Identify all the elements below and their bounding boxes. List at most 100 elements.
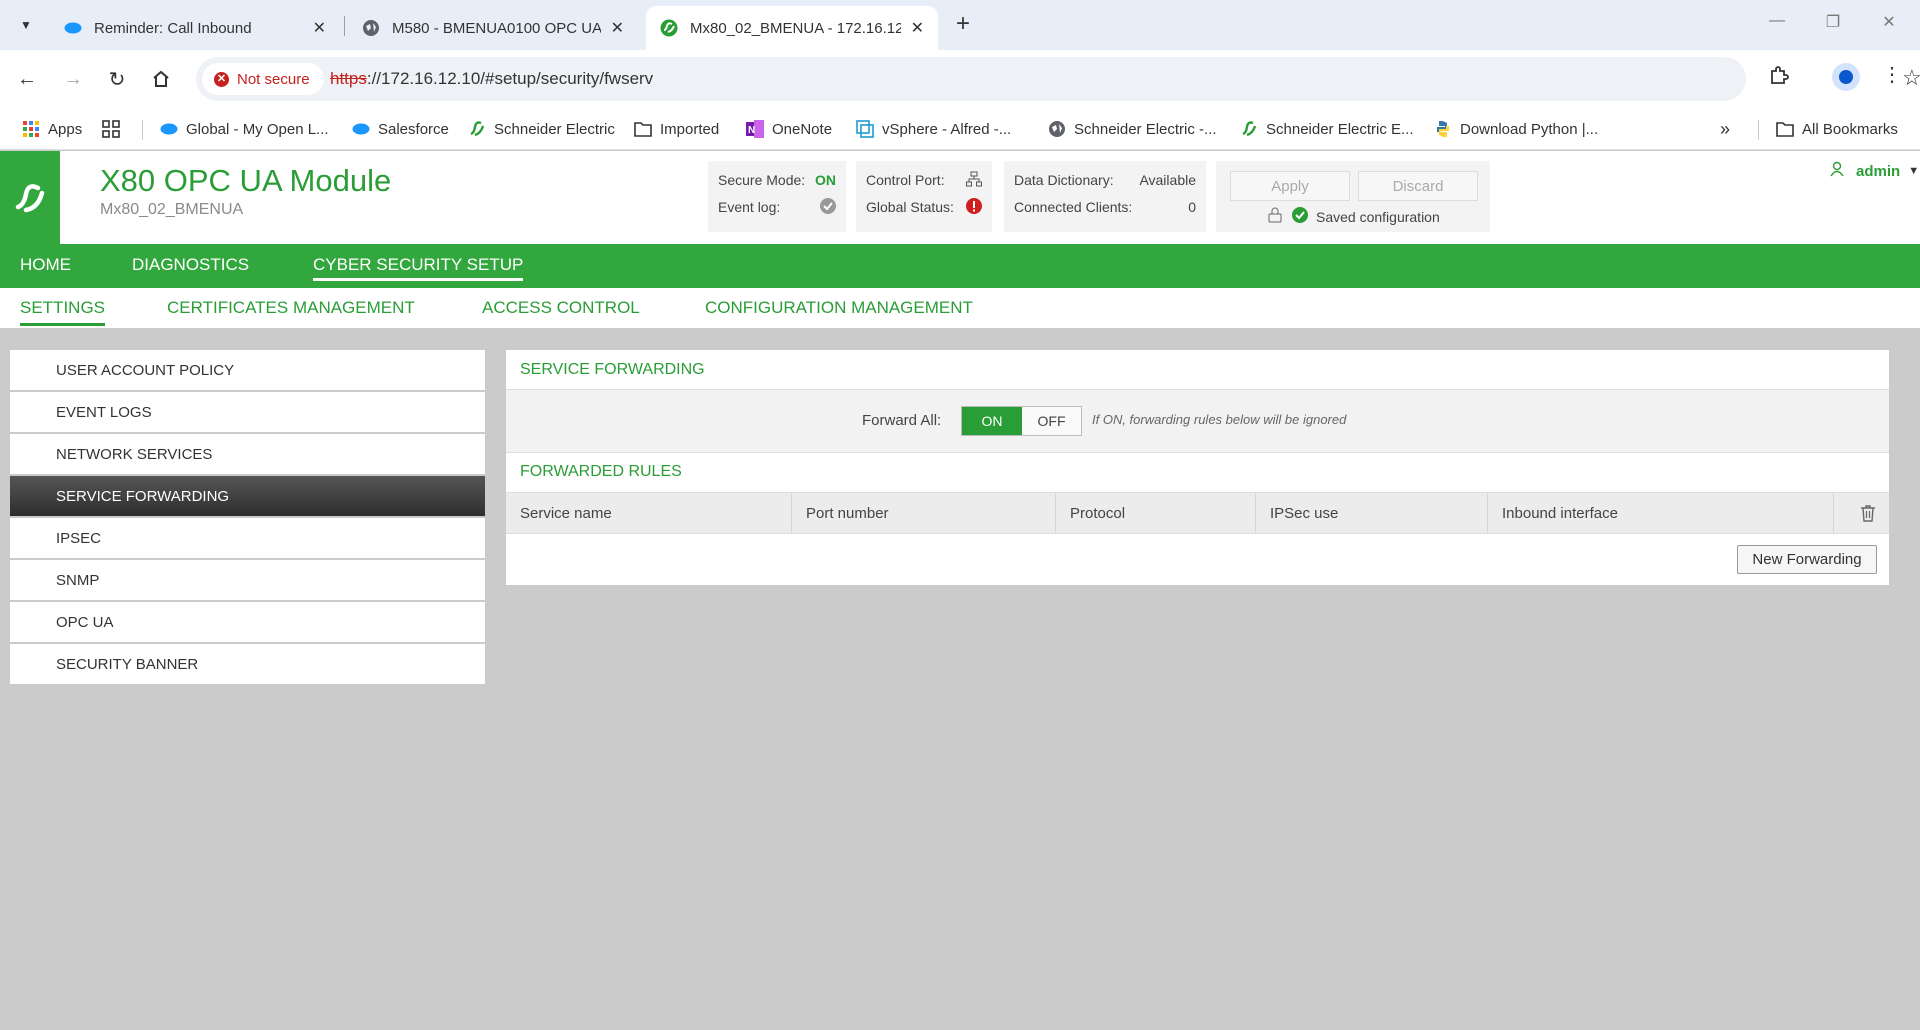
bookmark-label: Schneider Electric <box>494 120 615 138</box>
not-secure-label: Not secure <box>237 70 310 88</box>
url-path: ://172.16.12.10/#setup/security/fwserv <box>366 69 654 88</box>
bookmark-item[interactable]: Schneider Electric -... <box>1048 117 1217 141</box>
close-tab-icon[interactable]: ✕ <box>611 18 624 38</box>
data-dictionary-label: Data Dictionary: <box>1014 172 1114 188</box>
new-tab-plus-icon[interactable]: + <box>948 10 978 38</box>
back-arrow-icon[interactable]: ← <box>12 64 42 94</box>
salesforce-cloud-icon <box>352 120 370 138</box>
reload-icon[interactable]: ↻ <box>102 64 132 94</box>
browser-menu-icon[interactable]: ⋮ <box>1882 62 1902 87</box>
minimize-icon[interactable]: — <box>1762 12 1792 30</box>
settings-sidebar: USER ACCOUNT POLICY EVENT LOGS NETWORK S… <box>10 350 485 686</box>
column-header[interactable]: IPSec use <box>1256 493 1488 533</box>
url-text[interactable]: https://172.16.12.10/#setup/security/fws… <box>330 69 653 89</box>
bookmark-star-icon[interactable]: ☆ <box>1902 65 1920 91</box>
onenote-icon: N <box>746 120 764 138</box>
secure-mode-box: Secure Mode: ON Event log: <box>708 161 846 232</box>
schneider-logo-icon <box>0 151 60 244</box>
forward-all-row: Forward All: ON OFF If ON, forwarding ru… <box>506 389 1889 453</box>
sidebar-item-ipsec[interactable]: IPSEC <box>10 518 485 560</box>
username: admin <box>1856 162 1901 180</box>
bookmark-item[interactable]: Schneider Electric <box>468 117 615 141</box>
nav-cyber-security-setup[interactable]: CYBER SECURITY SETUP <box>313 255 524 281</box>
bookmark-folder[interactable]: Imported <box>634 117 719 141</box>
column-header[interactable]: Protocol <box>1056 493 1256 533</box>
event-log-check-icon[interactable] <box>820 197 836 217</box>
connected-clients-label: Connected Clients: <box>1014 199 1133 215</box>
config-actions-box: Apply Discard Saved configuration <box>1216 161 1490 232</box>
more-bookmarks-chevron-icon[interactable]: » <box>1720 117 1730 141</box>
new-forwarding-button[interactable]: New Forwarding <box>1737 545 1877 574</box>
apps-grid-icon <box>22 120 40 138</box>
bookmark-label: vSphere - Alfred -... <box>882 120 1012 138</box>
not-secure-chip[interactable]: ✕ Not secure <box>202 63 324 95</box>
tab-certificates-management[interactable]: CERTIFICATES MANAGEMENT <box>167 298 415 318</box>
sidebar-item-user-account-policy[interactable]: USER ACCOUNT POLICY <box>10 350 485 392</box>
app-title: X80 OPC UA Module <box>100 163 392 198</box>
app-header: X80 OPC UA Module Mx80_02_BMENUA Secure … <box>0 151 1920 244</box>
toggle-off[interactable]: OFF <box>1022 407 1081 435</box>
bookmark-item[interactable]: vSphere - Alfred -... <box>856 117 1011 141</box>
control-port-label: Control Port: <box>866 172 945 188</box>
nav-diagnostics[interactable]: DIAGNOSTICS <box>132 255 249 275</box>
extensions-puzzle-icon[interactable] <box>1768 64 1790 92</box>
profile-avatar-icon[interactable] <box>1832 63 1860 91</box>
close-tab-icon[interactable]: ✕ <box>313 18 326 38</box>
home-icon[interactable] <box>146 64 176 94</box>
bookmark-apps[interactable]: Apps <box>22 117 82 141</box>
column-header[interactable]: Inbound interface <box>1488 493 1834 533</box>
error-icon: ✕ <box>214 71 229 87</box>
window-close-icon[interactable]: ✕ <box>1874 12 1904 32</box>
forward-arrow-icon[interactable]: → <box>58 64 88 94</box>
bookmark-tab-groups[interactable] <box>102 117 128 141</box>
bookmark-label: Salesforce <box>378 120 449 138</box>
bookmark-label: Imported <box>660 120 720 138</box>
sidebar-item-network-services[interactable]: NETWORK SERVICES <box>10 434 485 476</box>
tab-settings[interactable]: SETTINGS <box>20 298 106 326</box>
all-bookmarks[interactable]: All Bookmarks <box>1776 117 1898 141</box>
bookmark-item[interactable]: Download Python |... <box>1434 117 1598 141</box>
global-status-error-icon[interactable] <box>966 197 982 217</box>
tab-divider <box>344 16 345 36</box>
restore-icon[interactable]: ❐ <box>1818 12 1848 32</box>
toggle-on[interactable]: ON <box>962 407 1022 435</box>
discard-button[interactable]: Discard <box>1358 171 1478 201</box>
sidebar-item-opc-ua[interactable]: OPC UA <box>10 602 485 644</box>
column-header[interactable]: Port number <box>792 493 1056 533</box>
address-bar[interactable]: ✕ Not secure https://172.16.12.10/#setup… <box>196 57 1920 101</box>
bookmark-item[interactable]: Salesforce <box>352 117 449 141</box>
sidebar-item-snmp[interactable]: SNMP <box>10 560 485 602</box>
sidebar-item-security-banner[interactable]: SECURITY BANNER <box>10 644 485 686</box>
bookmark-label: OneNote <box>772 120 833 138</box>
sidebar-item-event-logs[interactable]: EVENT LOGS <box>10 392 485 434</box>
close-tab-icon[interactable]: ✕ <box>911 18 924 38</box>
globe-icon <box>1048 120 1066 138</box>
section-title-forwarded-rules: FORWARDED RULES <box>520 463 682 480</box>
apply-button[interactable]: Apply <box>1230 171 1350 201</box>
browser-tab-active[interactable]: Mx80_02_BMENUA - 172.16.12. ✕ <box>646 6 938 50</box>
bookmark-item[interactable]: Global - My Open L... <box>160 117 329 141</box>
forward-all-label: Forward All: <box>862 412 942 429</box>
user-menu[interactable]: admin ▼ <box>1830 161 1919 181</box>
bookmark-item[interactable]: N OneNote <box>746 117 832 141</box>
folder-icon <box>1776 120 1794 138</box>
sidebar-item-service-forwarding[interactable]: SERVICE FORWARDING <box>10 476 485 518</box>
service-forwarding-panel: SERVICE FORWARDING Forward All: ON OFF I… <box>506 350 1889 585</box>
bookmark-label: Global - My Open L... <box>186 120 329 138</box>
device-name: Mx80_02_BMENUA <box>100 201 244 218</box>
saved-check-icon <box>1292 207 1308 226</box>
bookmark-item[interactable]: Schneider Electric E... <box>1240 117 1414 141</box>
tab-configuration-management[interactable]: CONFIGURATION MANAGEMENT <box>705 298 973 318</box>
browser-tab[interactable]: M580 - BMENUA0100 OPC UA ✕ <box>348 6 638 50</box>
browser-tab[interactable]: Reminder: Call Inbound ✕ <box>50 6 340 50</box>
column-header[interactable]: Service name <box>506 493 792 533</box>
all-bookmarks-label: All Bookmarks <box>1802 120 1898 138</box>
network-icon[interactable] <box>966 171 982 190</box>
browser-toolbar: ← → ↻ ✕ Not secure https://172.16.12.10/… <box>0 50 1920 108</box>
tab-access-control[interactable]: ACCESS CONTROL <box>482 298 640 318</box>
nav-home[interactable]: HOME <box>20 255 71 275</box>
trash-icon[interactable] <box>1860 504 1876 527</box>
caret-down-icon: ▼ <box>1908 165 1920 177</box>
forward-all-toggle[interactable]: ON OFF <box>961 406 1082 436</box>
tab-search-chevron-icon[interactable]: ▼ <box>12 11 40 39</box>
